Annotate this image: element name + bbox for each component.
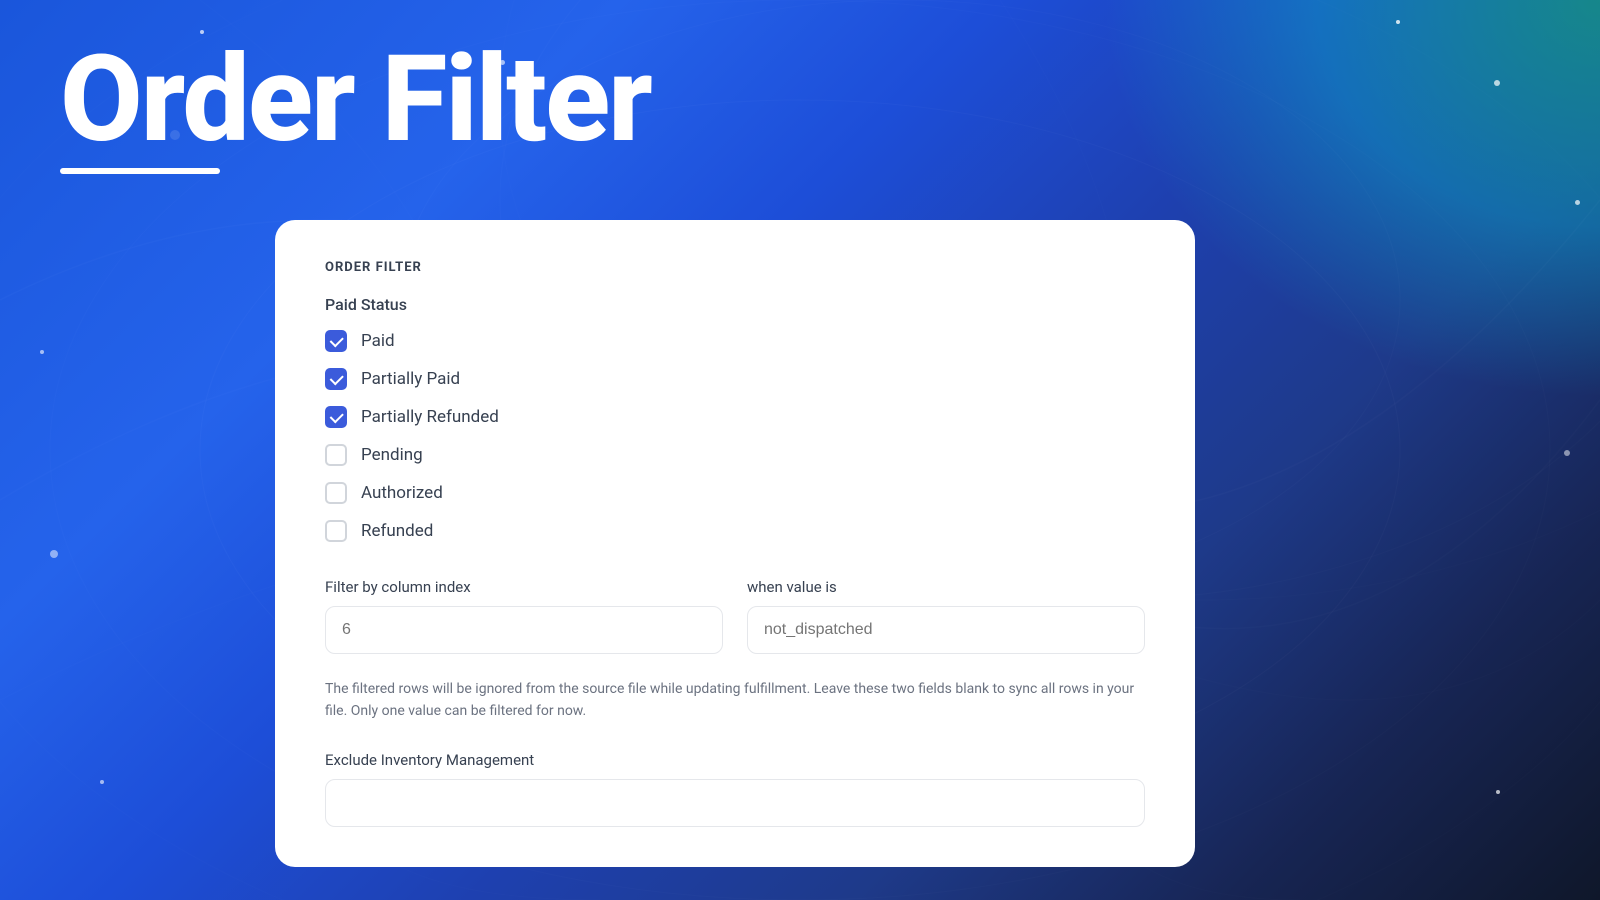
checkbox-label-partially-refunded: Partially Refunded	[361, 407, 499, 427]
checkbox-label-authorized: Authorized	[361, 483, 443, 503]
column-index-field-group: Filter by column index	[325, 578, 723, 654]
paid-status-label: Paid Status	[325, 295, 1145, 314]
checkbox-item-refunded[interactable]: Refunded	[325, 520, 1145, 542]
checkbox-label-paid: Paid	[361, 331, 395, 351]
header-section: Order Filter	[0, 0, 1600, 204]
checkbox-label-refunded: Refunded	[361, 521, 433, 541]
filter-card: ORDER FILTER Paid Status Paid Partially …	[275, 220, 1195, 867]
checkbox-refunded[interactable]	[325, 520, 347, 542]
checkbox-authorized[interactable]	[325, 482, 347, 504]
checkbox-label-pending: Pending	[361, 445, 423, 465]
checkbox-item-authorized[interactable]: Authorized	[325, 482, 1145, 504]
checkbox-item-pending[interactable]: Pending	[325, 444, 1145, 466]
checkbox-item-partially-refunded[interactable]: Partially Refunded	[325, 406, 1145, 428]
checkbox-item-partially-paid[interactable]: Partially Paid	[325, 368, 1145, 390]
checkbox-partially-refunded[interactable]	[325, 406, 347, 428]
checkbox-partially-paid[interactable]	[325, 368, 347, 390]
checkbox-paid[interactable]	[325, 330, 347, 352]
exclude-input[interactable]	[325, 779, 1145, 827]
page-title: Order Filter	[60, 40, 1540, 160]
checkbox-item-paid[interactable]: Paid	[325, 330, 1145, 352]
exclude-label: Exclude Inventory Management	[325, 751, 1145, 769]
checkbox-group: Paid Partially Paid Partially Refunded P…	[325, 330, 1145, 542]
helper-text: The filtered rows will be ignored from t…	[325, 678, 1145, 723]
section-label: ORDER FILTER	[325, 260, 1145, 275]
value-is-field-group: when value is	[747, 578, 1145, 654]
column-index-label: Filter by column index	[325, 578, 723, 596]
value-is-label: when value is	[747, 578, 1145, 596]
filter-fields-row: Filter by column index when value is	[325, 578, 1145, 654]
checkbox-label-partially-paid: Partially Paid	[361, 369, 460, 389]
value-is-input[interactable]	[747, 606, 1145, 654]
column-index-input[interactable]	[325, 606, 723, 654]
checkbox-pending[interactable]	[325, 444, 347, 466]
card-container: ORDER FILTER Paid Status Paid Partially …	[275, 220, 1500, 900]
